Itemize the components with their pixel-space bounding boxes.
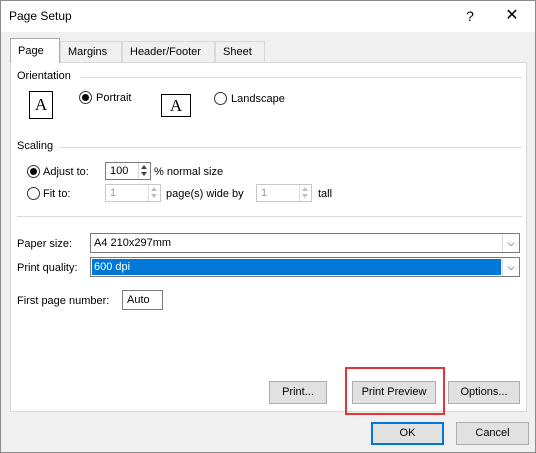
print-quality-value[interactable]: 600 dpi [92, 259, 501, 275]
scaling-group-label: Scaling [17, 140, 54, 152]
landscape-page-icon: A [161, 94, 191, 117]
print-quality-label: Print quality: [17, 262, 78, 274]
tab-page[interactable]: Page [10, 38, 60, 63]
chevron-down-icon[interactable]: ⌵ [502, 234, 519, 252]
print-button[interactable]: Print... [269, 381, 327, 404]
fit-wide-spinner[interactable]: 1 [105, 184, 161, 202]
chevron-down-icon[interactable]: ⌵ [502, 258, 519, 276]
paper-size-label: Paper size: [17, 238, 73, 250]
print-quality-dropdown[interactable]: 600 dpi ⌵ [90, 257, 520, 277]
first-page-number-value[interactable]: Auto [127, 294, 150, 306]
spin-down-icon[interactable] [302, 194, 308, 198]
spinner-arrows[interactable] [299, 185, 311, 201]
options-button[interactable]: Options... [448, 381, 520, 404]
scaling-bottom-divider [17, 216, 522, 217]
spin-down-icon[interactable] [151, 194, 157, 198]
spin-up-icon[interactable] [141, 165, 147, 169]
adjust-to-spinner[interactable]: 100 [105, 162, 151, 180]
fit-wide-value[interactable]: 1 [110, 187, 116, 199]
tab-header-footer[interactable]: Header/Footer [122, 41, 215, 62]
adjust-to-label[interactable]: Adjust to: [43, 166, 89, 178]
spin-up-icon[interactable] [302, 187, 308, 191]
landscape-label[interactable]: Landscape [231, 93, 285, 105]
spin-up-icon[interactable] [151, 187, 157, 191]
paper-size-dropdown[interactable]: A4 210x297mm ⌵ [90, 233, 520, 253]
portrait-label[interactable]: Portrait [96, 92, 131, 104]
orientation-group-label: Orientation [17, 70, 71, 82]
fit-wide-suffix: page(s) wide by [166, 188, 244, 200]
orientation-divider [81, 77, 522, 78]
ok-button[interactable]: OK [371, 422, 444, 445]
first-page-number-field[interactable]: Auto [122, 290, 163, 310]
fit-to-label[interactable]: Fit to: [43, 188, 71, 200]
tab-margins[interactable]: Margins [60, 41, 122, 62]
fit-tall-suffix: tall [318, 188, 333, 200]
page-setup-dialog: Page Setup ? ✕ Page Margins Header/Foote… [0, 0, 536, 453]
spin-down-icon[interactable] [141, 172, 147, 176]
close-icon[interactable]: ✕ [499, 5, 525, 27]
dialog-title: Page Setup [9, 9, 72, 23]
spinner-arrows[interactable] [148, 185, 160, 201]
first-page-number-label: First page number: [17, 295, 110, 307]
landscape-radio[interactable] [214, 92, 227, 105]
adjust-to-radio[interactable] [27, 165, 40, 178]
title-bar: Page Setup ? ✕ [1, 1, 535, 32]
paper-size-value[interactable]: A4 210x297mm [94, 237, 171, 249]
scaling-divider [59, 147, 522, 148]
highlight-box [345, 367, 445, 415]
adjust-to-suffix: % normal size [154, 166, 224, 178]
portrait-radio[interactable] [79, 91, 92, 104]
fit-tall-spinner[interactable]: 1 [256, 184, 312, 202]
adjust-to-value[interactable]: 100 [110, 165, 128, 177]
help-icon[interactable]: ? [459, 5, 481, 27]
cancel-button[interactable]: Cancel [456, 422, 529, 445]
portrait-page-icon: A [29, 91, 53, 119]
spinner-arrows[interactable] [138, 163, 150, 179]
tab-sheet[interactable]: Sheet [215, 41, 265, 62]
fit-tall-value[interactable]: 1 [261, 187, 267, 199]
fit-to-radio[interactable] [27, 187, 40, 200]
